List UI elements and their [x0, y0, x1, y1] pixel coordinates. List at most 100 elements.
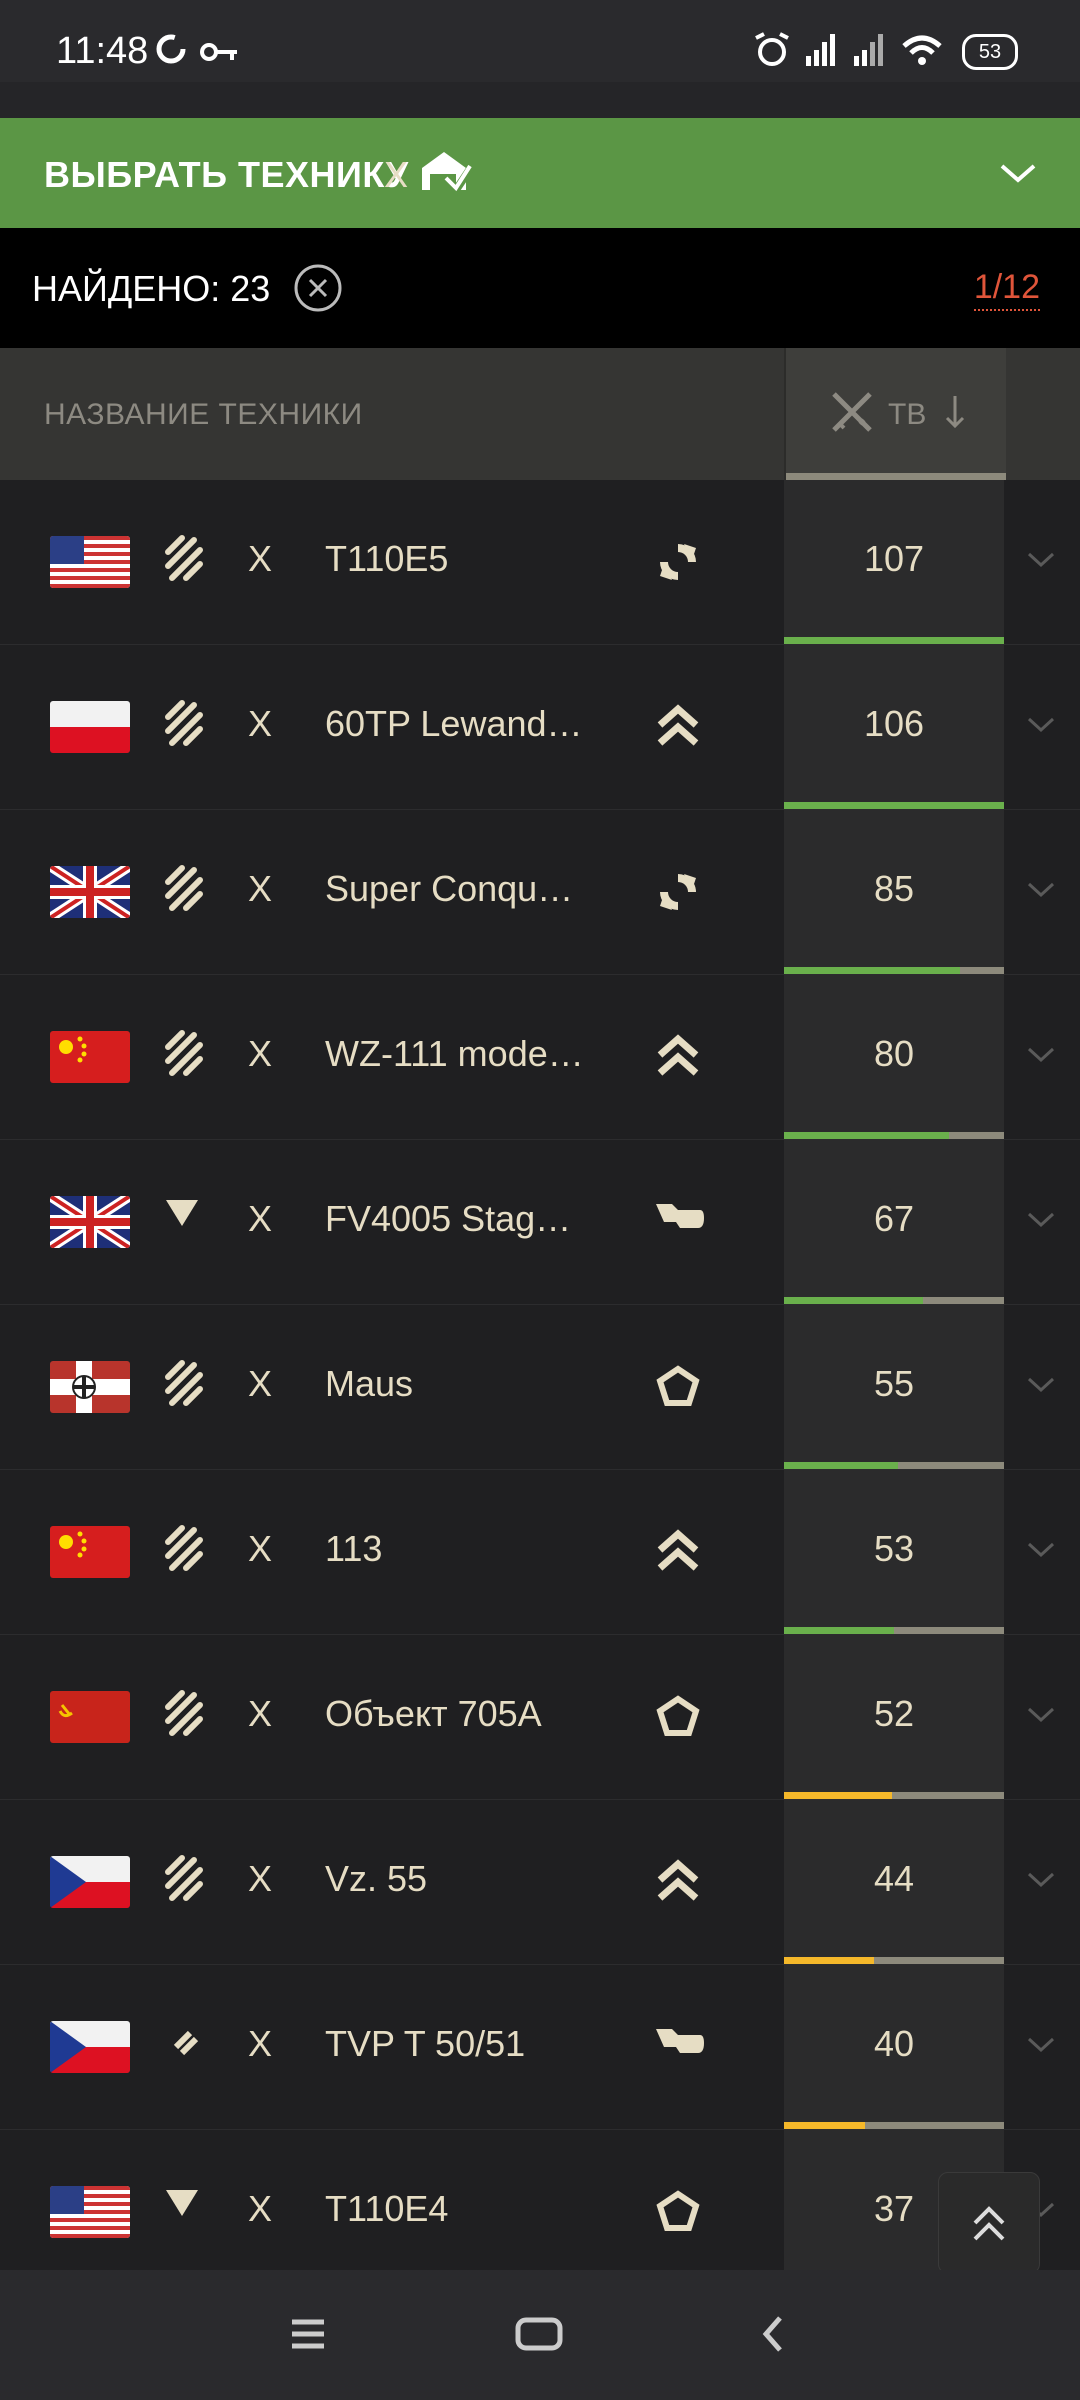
vehicle-type-heavy-icon	[162, 697, 206, 754]
role-versatile-icon	[654, 538, 702, 591]
nation-flag-china	[50, 1526, 130, 1578]
sort-down-icon	[945, 396, 965, 429]
vehicle-row[interactable]: X Super Conqueror 85	[0, 810, 1080, 976]
vehicle-tier: X	[248, 1858, 273, 1899]
expand-chevron-icon[interactable]	[1026, 1540, 1056, 1560]
vehicle-type-heavy-icon	[162, 1357, 206, 1414]
system-nav-bar	[0, 2270, 1080, 2400]
tv-cell: 85	[784, 810, 1004, 974]
role-assault-icon	[654, 1363, 702, 1416]
back-icon[interactable]	[758, 2314, 788, 2354]
vehicle-type-heavy-icon	[162, 1852, 206, 1909]
tv-cell: 52	[784, 1635, 1004, 1799]
tv-value: 52	[873, 1693, 915, 1734]
nation-flag-usa	[50, 536, 130, 588]
vehicle-tier: X	[248, 2188, 273, 2229]
tv-value: 67	[873, 1198, 915, 1239]
table-header: НАЗВАНИЕ ТЕХНИКИ ТВ	[0, 348, 1080, 480]
spacer	[0, 82, 1080, 118]
vehicle-row[interactable]: X FV4005 Stage II 67	[0, 1140, 1080, 1306]
tv-header-underline	[786, 473, 1006, 480]
vehicle-name: T110E4	[325, 2188, 449, 2229]
expand-chevron-icon[interactable]	[1026, 2035, 1056, 2055]
vehicle-row[interactable]: X T110E5 107	[0, 480, 1080, 646]
results-bar: НАЙДЕНО: 23 1/12	[0, 228, 1080, 348]
vehicle-row[interactable]: X Maus 55	[0, 1305, 1080, 1471]
column-name-header[interactable]: НАЗВАНИЕ ТЕХНИКИ	[44, 398, 363, 432]
tv-cell: 53	[784, 1470, 1004, 1634]
vehicle-name: Vz. 55	[325, 1858, 428, 1899]
expand-chevron-icon[interactable]	[1026, 880, 1056, 900]
tv-progress-bar	[784, 802, 1004, 809]
vehicle-name: T110E5	[325, 538, 449, 579]
tv-progress-bar	[784, 637, 1004, 644]
wifi-icon	[902, 35, 942, 65]
status-bar: 11:48 53	[0, 0, 1080, 82]
expand-chevron-icon[interactable]	[1026, 1870, 1056, 1890]
scroll-to-top-button[interactable]	[938, 2172, 1040, 2274]
expand-chevron-icon[interactable]	[1026, 1375, 1056, 1395]
vehicle-row[interactable]: X 113 53	[0, 1470, 1080, 1636]
chevron-down-icon[interactable]	[998, 162, 1038, 186]
vehicle-row[interactable]: X T110E4 37	[0, 2130, 1080, 2270]
battery-level: 53	[978, 41, 1002, 63]
role-assault-icon	[654, 2188, 702, 2241]
tv-label: ТВ	[888, 398, 927, 431]
double-chevron-up-icon	[973, 2206, 1005, 2241]
vehicle-row[interactable]: X Vz. 55 44	[0, 1800, 1080, 1966]
vehicle-type-heavy-icon	[162, 532, 206, 589]
expand-chevron-icon[interactable]	[1026, 1705, 1056, 1725]
tv-value: 80	[873, 1033, 915, 1074]
clear-filter-icon[interactable]	[292, 262, 344, 314]
signal-icon-2	[854, 34, 883, 66]
page-indicator[interactable]: 1/12	[973, 268, 1040, 311]
tv-progress-bar	[784, 1792, 1004, 1799]
vehicle-list: X T110E5 107 X 60TP Lewandowskiego 106 X Super …	[0, 480, 1080, 2270]
column-tv-header[interactable]: ТВ	[784, 348, 1006, 480]
key-icon	[200, 43, 237, 61]
menu-icon[interactable]	[288, 2314, 328, 2354]
signal-icon	[806, 34, 835, 66]
vehicle-name: Объект 705А	[325, 1693, 542, 1734]
nation-flag-ussr	[50, 1691, 130, 1743]
nation-flag-china	[50, 1031, 130, 1083]
vehicle-row[interactable]: X TVP T 50/51 40	[0, 1965, 1080, 2131]
tv-progress-bar	[784, 1132, 1004, 1139]
vehicle-row[interactable]: X 60TP Lewandowskiego 106	[0, 645, 1080, 811]
vehicle-tier: X	[248, 703, 273, 744]
tv-progress-fill	[784, 1627, 894, 1634]
expand-chevron-icon[interactable]	[1026, 1045, 1056, 1065]
tv-value: 53	[873, 1528, 915, 1569]
found-count: НАЙДЕНО: 23	[32, 268, 271, 309]
vehicle-name: 113	[325, 1528, 383, 1569]
vehicle-name: WZ-111 model 5A	[325, 1033, 585, 1074]
tv-value: 107	[863, 538, 925, 579]
vehicle-name: FV4005 Stage II	[325, 1198, 585, 1239]
vehicle-select-header[interactable]: ВЫБРАТЬ ТЕХНИКУ X	[0, 118, 1080, 228]
role-versatile-icon	[654, 868, 702, 921]
tv-progress-fill	[784, 1792, 892, 1799]
vehicle-name: TVP T 50/51	[325, 2023, 526, 2064]
vehicle-tier: X	[248, 2023, 273, 2064]
crossed-swords-icon	[832, 392, 872, 432]
vehicle-tier: X	[248, 868, 273, 909]
home-icon[interactable]	[514, 2314, 564, 2354]
tv-cell: 40	[784, 1965, 1004, 2129]
expand-chevron-icon[interactable]	[1026, 1210, 1056, 1230]
tv-progress-fill	[784, 2122, 865, 2129]
vehicle-type-medium-icon	[162, 2017, 202, 2062]
vehicle-type-heavy-icon	[162, 1027, 206, 1084]
vehicle-row[interactable]: X WZ-111 model 5A 80	[0, 975, 1080, 1141]
vehicle-tier: X	[248, 1528, 273, 1569]
expand-chevron-icon[interactable]	[1026, 715, 1056, 735]
tv-cell: 106	[784, 645, 1004, 809]
header-title: ВЫБРАТЬ ТЕХНИКУ	[44, 154, 409, 195]
tv-cell: 107	[784, 480, 1004, 644]
vehicle-row[interactable]: X Объект 705А 52	[0, 1635, 1080, 1801]
vehicle-tier: X	[248, 1363, 273, 1404]
tv-progress-bar	[784, 967, 1004, 974]
role-breakthrough-icon	[654, 1858, 702, 1911]
expand-chevron-icon[interactable]	[1026, 550, 1056, 570]
tv-progress-fill	[784, 802, 1004, 809]
tv-progress-bar	[784, 1462, 1004, 1469]
